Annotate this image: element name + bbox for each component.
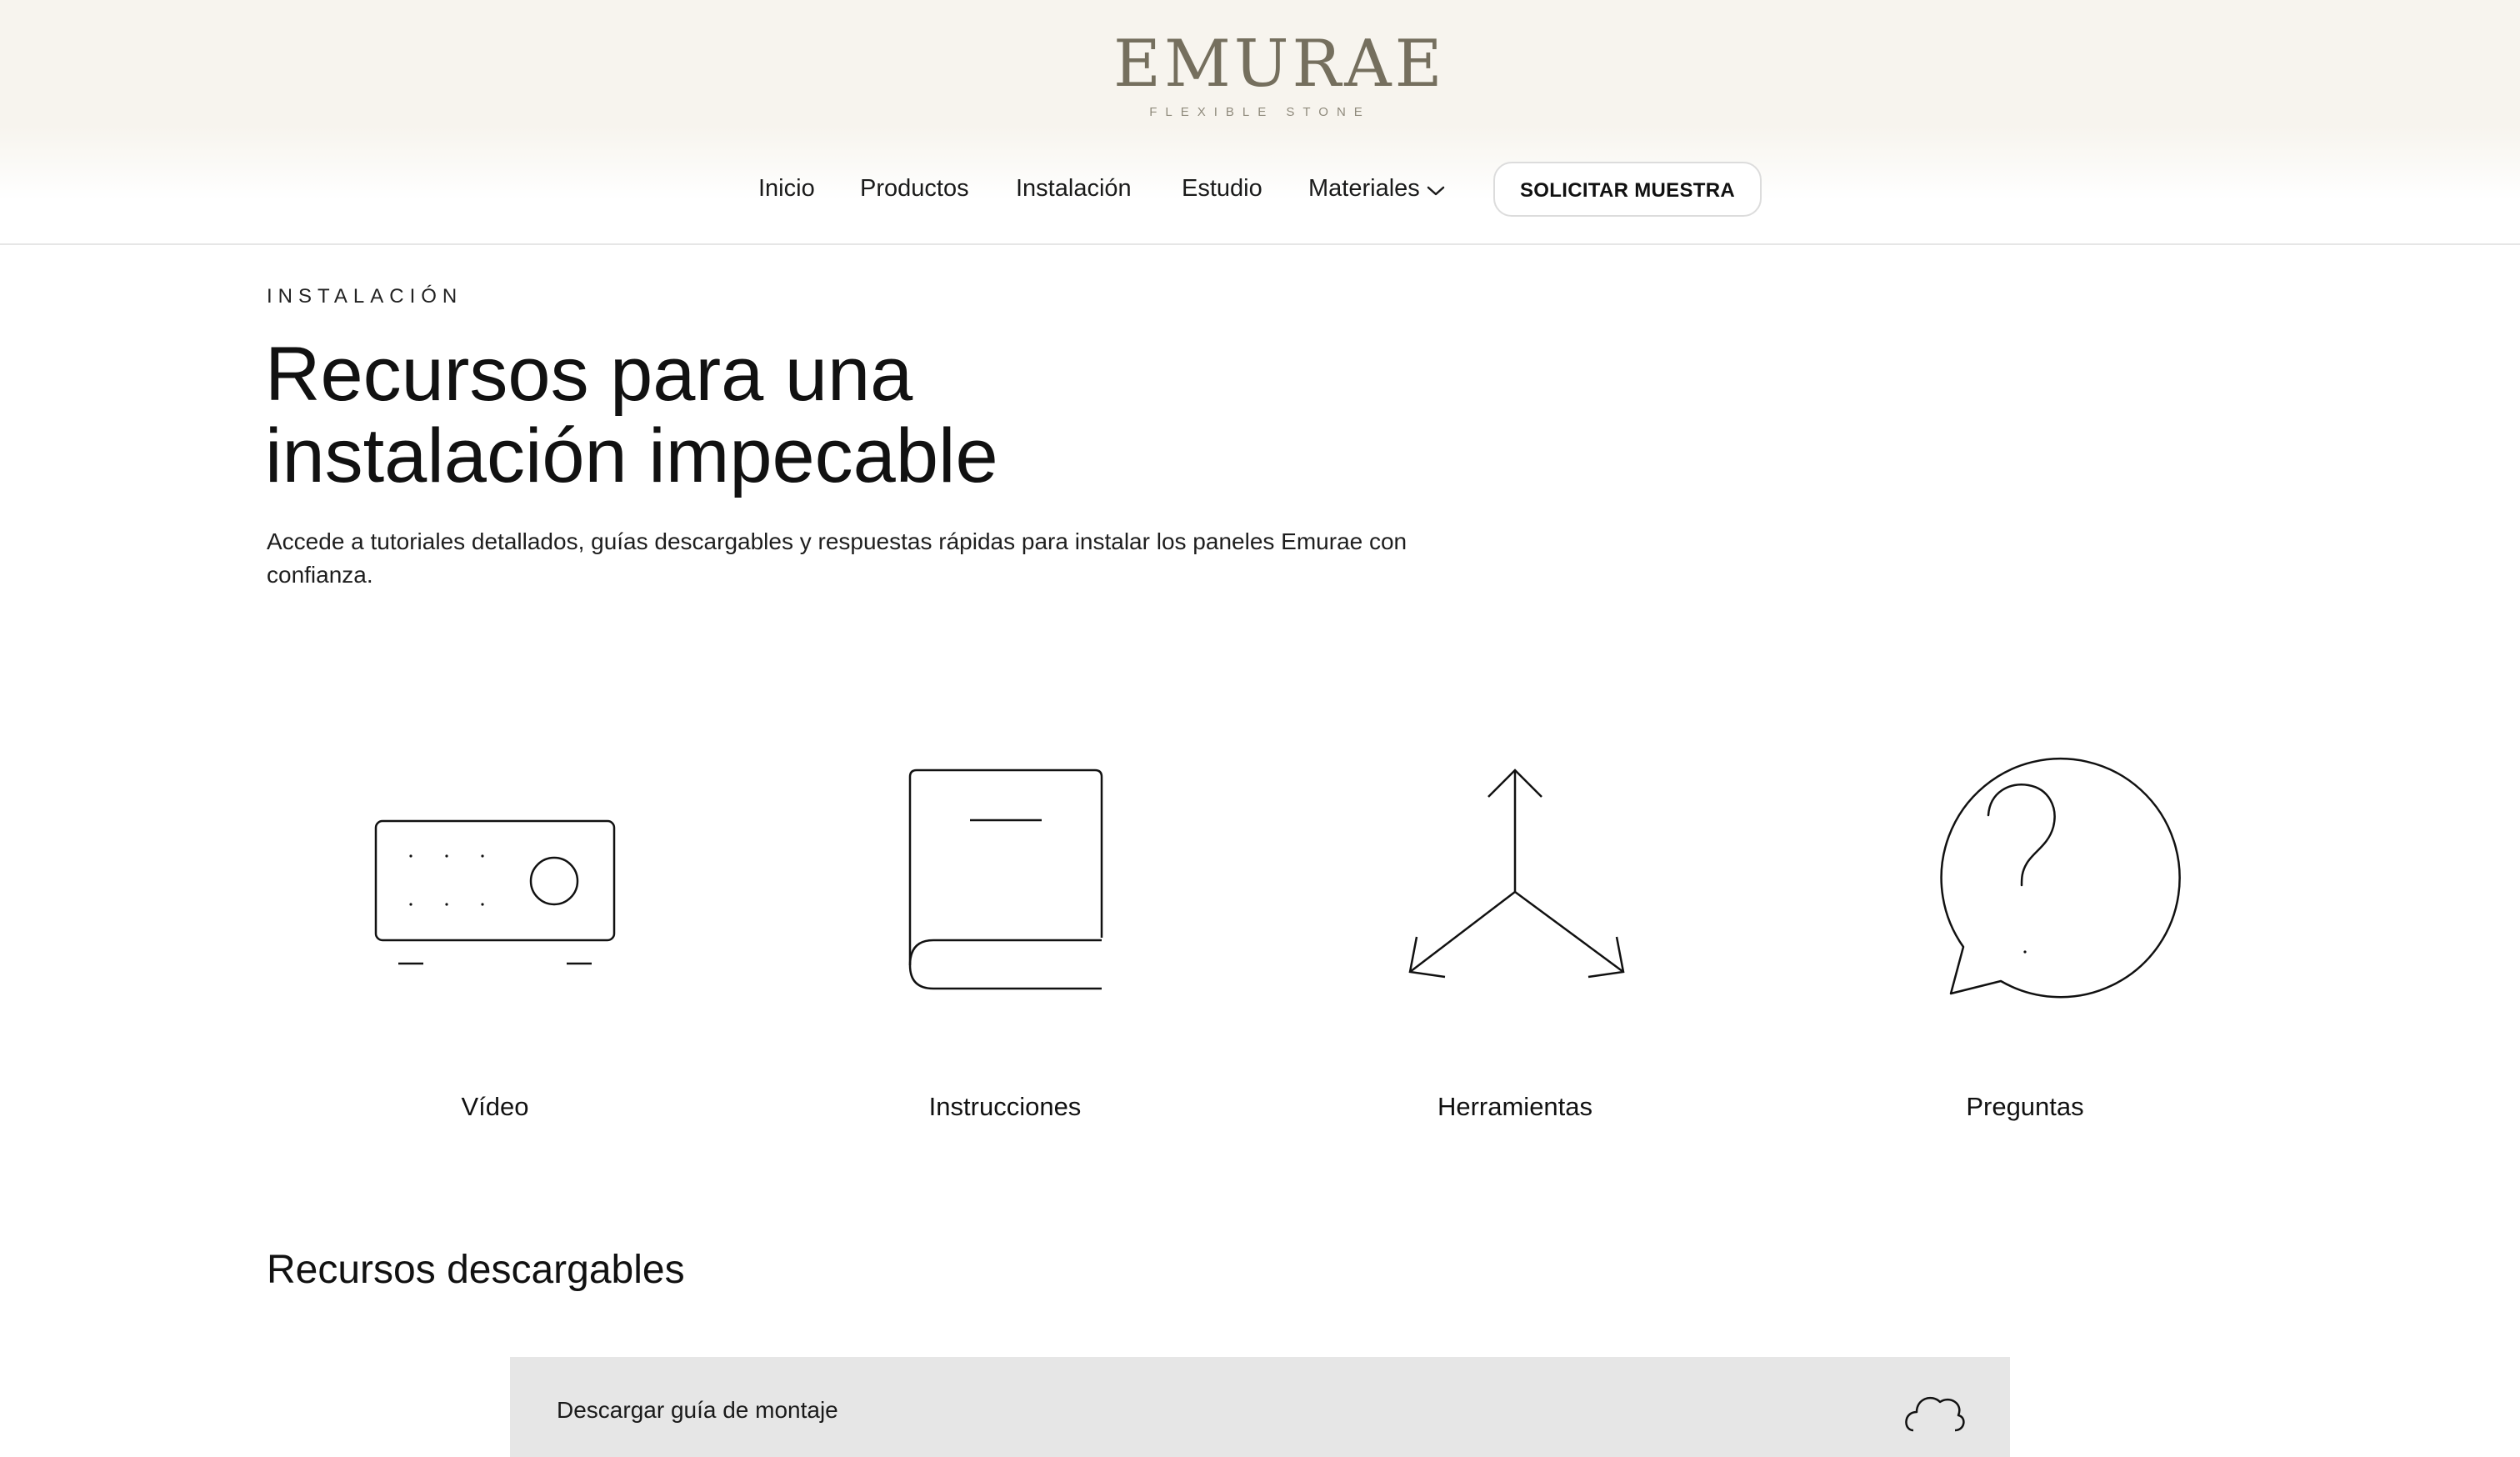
book-icon — [908, 769, 1103, 990]
page-description: Accede a tutoriales detallados, guías de… — [267, 528, 1408, 588]
download-item-label: Descargar guía de montaje — [557, 1397, 838, 1423]
brand-logo[interactable]: EMURAE FLEXIBLE STONE — [1113, 27, 1446, 119]
resource-card-preguntas[interactable]: Preguntas — [1792, 734, 2258, 1134]
page-title: Recursos para una instalación impecable — [265, 333, 1432, 497]
resource-card-label: Herramientas — [1437, 1092, 1593, 1121]
page-title-line-2: instalación impecable — [265, 413, 998, 498]
chevron-down-icon — [1427, 176, 1445, 203]
resource-card-label: Preguntas — [1966, 1092, 2084, 1121]
question-bubble-icon — [1940, 757, 2181, 999]
nav-item-productos[interactable]: Productos — [860, 175, 969, 203]
nav-item-instalacion[interactable]: Instalación — [1016, 175, 1132, 203]
section-eyebrow: INSTALACIÓN — [267, 285, 463, 308]
request-sample-button[interactable]: SOLICITAR MUESTRA — [1493, 162, 1762, 217]
nav-item-inicio[interactable]: Inicio — [758, 175, 815, 203]
brand-name: EMURAE — [1113, 27, 1446, 102]
page-title-line-1: Recursos para una — [265, 332, 913, 417]
resource-card-instrucciones[interactable]: Instrucciones — [772, 734, 1238, 1134]
downloads-section-title: Recursos descargables — [267, 1248, 685, 1292]
main-nav: Inicio Productos Instalación Estudio Mat… — [0, 160, 2520, 218]
nav-item-estudio[interactable]: Estudio — [1182, 175, 1262, 203]
video-projector-icon — [374, 819, 616, 965]
site-header: EMURAE FLEXIBLE STONE Inicio Productos I… — [0, 0, 2520, 245]
resource-card-video[interactable]: Vídeo — [262, 734, 728, 1134]
nav-item-materiales-label: Materiales — [1308, 175, 1420, 202]
brand-tagline: FLEXIBLE STONE — [1149, 105, 1371, 119]
nav-item-materiales[interactable]: Materiales — [1308, 175, 1445, 203]
resource-card-label: Vídeo — [461, 1092, 529, 1121]
three-arrows-icon — [1408, 769, 1625, 979]
resource-card-label: Instrucciones — [928, 1092, 1082, 1121]
download-item-montaje[interactable]: Descargar guía de montaje — [510, 1357, 2010, 1457]
resource-card-herramientas[interactable]: Herramientas — [1282, 734, 1748, 1134]
cloud-download-icon — [1905, 1396, 1965, 1432]
